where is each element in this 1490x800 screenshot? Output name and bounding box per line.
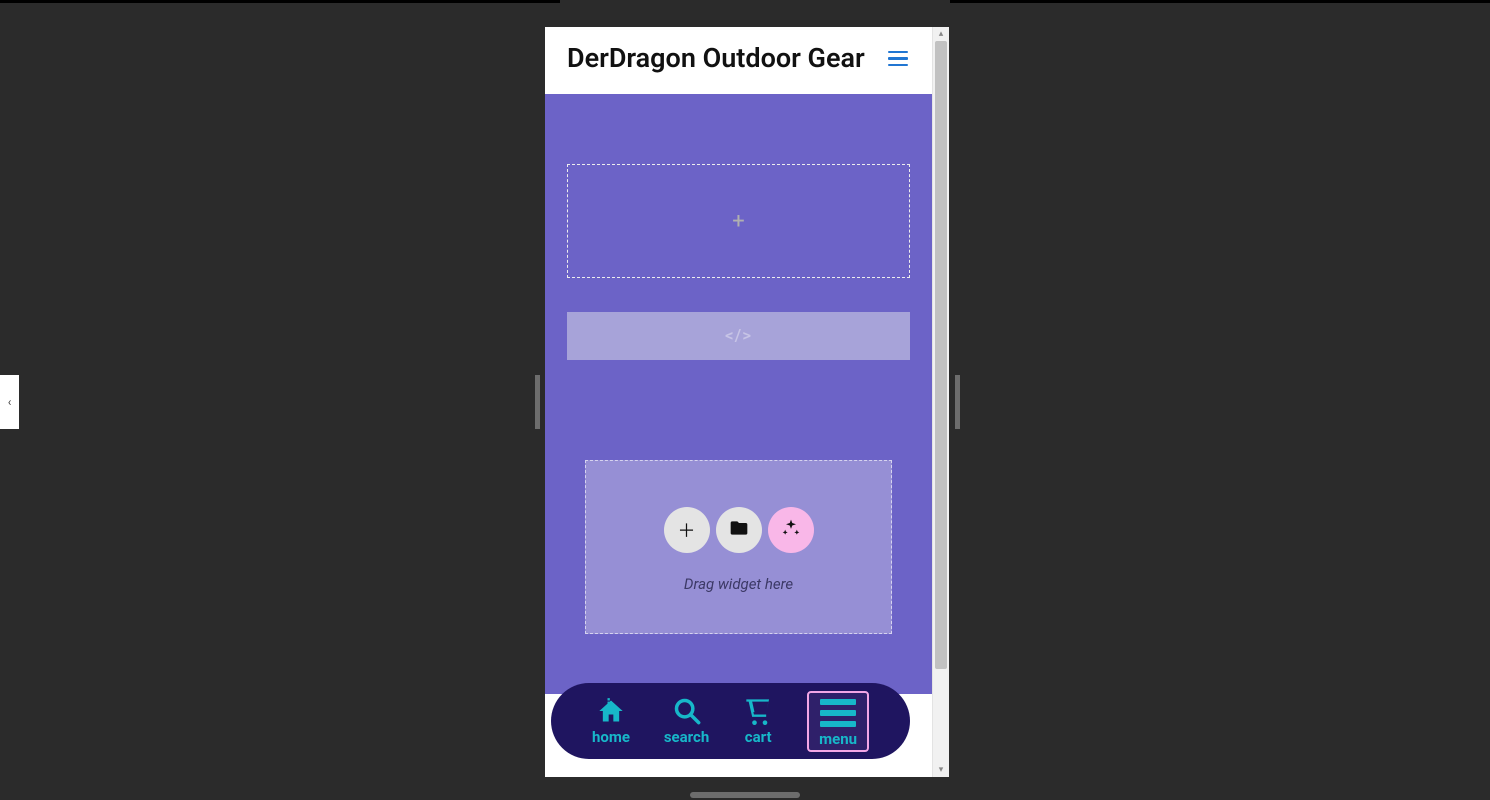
- spacer: [567, 360, 910, 460]
- browse-widget-button[interactable]: [716, 507, 762, 553]
- nav-label: home: [592, 728, 630, 746]
- code-icon: </>: [725, 326, 752, 346]
- resize-handle-right[interactable]: [955, 375, 960, 429]
- home-icon: [596, 697, 626, 725]
- nav-label: search: [664, 728, 709, 746]
- left-panel-expand[interactable]: ‹: [0, 375, 19, 429]
- mobile-preview-frame: ▴ ▾ DerDragon Outdoor Gear + </>: [545, 27, 949, 777]
- add-widget-button[interactable]: ＋: [664, 507, 710, 553]
- header-menu-button[interactable]: [882, 45, 914, 73]
- hamburger-line-icon: [888, 51, 908, 54]
- scroll-thumb[interactable]: [935, 41, 947, 669]
- sparkle-icon: [781, 518, 801, 543]
- nav-home[interactable]: home: [592, 697, 630, 746]
- app-header: DerDragon Outdoor Gear: [545, 27, 932, 94]
- nav-search[interactable]: search: [664, 697, 709, 746]
- window-bottom-scroll-thumb[interactable]: [690, 792, 800, 798]
- menu-icon: [820, 697, 856, 727]
- search-icon: [672, 697, 702, 725]
- site-title: DerDragon Outdoor Gear: [567, 43, 865, 74]
- preview-scrollbar[interactable]: ▴ ▾: [932, 27, 949, 777]
- chevron-left-icon: ‹: [8, 395, 12, 409]
- hamburger-line-icon: [888, 64, 908, 67]
- hero-section: + </> ＋: [545, 94, 932, 694]
- plus-icon: +: [732, 209, 744, 234]
- hamburger-line-icon: [888, 57, 908, 60]
- plus-icon: ＋: [678, 517, 696, 543]
- ai-widget-button[interactable]: [768, 507, 814, 553]
- scroll-up-icon[interactable]: ▴: [939, 27, 944, 41]
- scroll-track[interactable]: [933, 41, 949, 763]
- widget-drop-zone[interactable]: ＋ Drag widget here: [585, 460, 892, 634]
- nav-menu[interactable]: menu: [807, 691, 869, 752]
- resize-handle-left[interactable]: [535, 375, 540, 429]
- scroll-down-icon[interactable]: ▾: [939, 763, 944, 777]
- folder-icon: [729, 518, 749, 543]
- button-placeholder[interactable]: </>: [567, 312, 910, 360]
- top-divider-left: [0, 0, 560, 3]
- drop-zone-label: Drag widget here: [684, 575, 793, 593]
- nav-label: cart: [745, 728, 772, 746]
- empty-heading-placeholder[interactable]: +: [567, 164, 910, 278]
- top-divider-right: [950, 0, 1490, 3]
- drop-zone-actions: ＋: [664, 507, 814, 553]
- nav-label: menu: [819, 730, 857, 748]
- nav-cart[interactable]: cart: [743, 697, 773, 746]
- cart-icon: [743, 697, 773, 725]
- bottom-nav: home search cart menu: [551, 683, 910, 759]
